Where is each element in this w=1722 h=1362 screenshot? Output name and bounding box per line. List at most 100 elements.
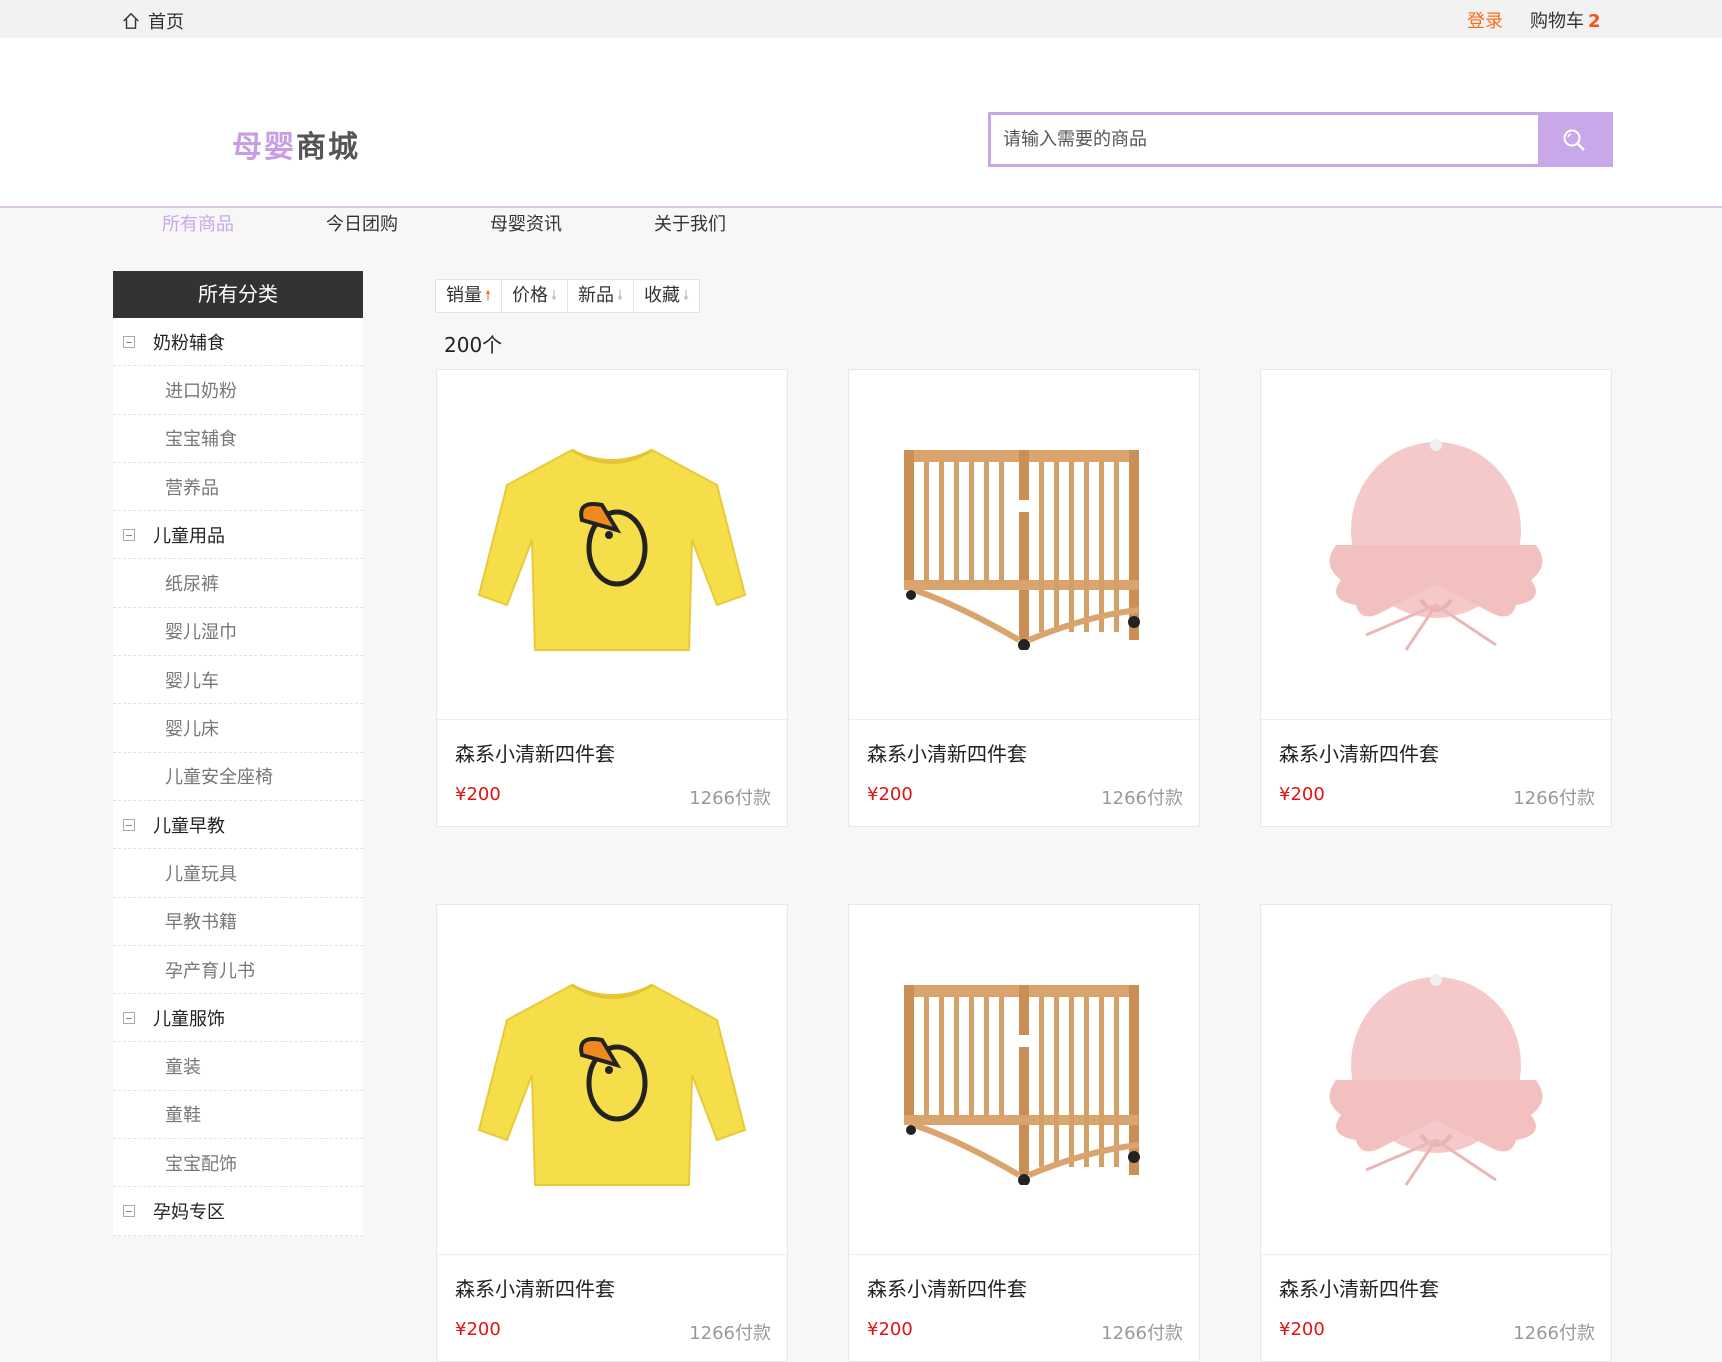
- main-nav: 所有商品 今日团购 母婴资讯 关于我们: [162, 210, 818, 236]
- collapse-icon[interactable]: [123, 1011, 135, 1024]
- category-group[interactable]: 奶粉辅食: [113, 318, 363, 367]
- product-image[interactable]: [437, 905, 787, 1255]
- product-info: 森系小清新四件套 ¥200 1266付款: [1261, 720, 1611, 826]
- product-card[interactable]: 森系小清新四件套 ¥200 1266付款: [848, 904, 1200, 1362]
- search-input[interactable]: [991, 115, 1537, 164]
- category-sidebar: 所有分类 奶粉辅食进口奶粉宝宝辅食营养品儿童用品纸尿裤婴儿湿巾婴儿车婴儿床儿童安…: [113, 271, 363, 1236]
- cart-link[interactable]: 购物车 2: [1530, 7, 1601, 33]
- product-price: ¥200: [867, 1319, 913, 1340]
- category-label: 进口奶粉: [165, 380, 237, 402]
- category-item[interactable]: 早教书籍: [113, 897, 363, 946]
- category-group[interactable]: 儿童服饰: [113, 994, 363, 1043]
- logo-part1: 母婴: [232, 130, 296, 165]
- category-item[interactable]: 纸尿裤: [113, 559, 363, 608]
- arrow-down-icon: 🠗: [551, 288, 558, 304]
- category-item[interactable]: 童鞋: [113, 1090, 363, 1140]
- product-title[interactable]: 森系小清新四件套: [1279, 738, 1595, 767]
- category-item[interactable]: 婴儿湿巾: [113, 607, 363, 657]
- product-info: 森系小清新四件套 ¥200 1266付款: [437, 1255, 787, 1361]
- nav-news[interactable]: 母婴资讯: [490, 210, 654, 236]
- product-title[interactable]: 森系小清新四件套: [455, 1273, 771, 1302]
- category-label: 孕产育儿书: [165, 960, 255, 982]
- top-bar: 首页 登录 购物车 2: [0, 0, 1722, 38]
- arrow-down-icon: 🠗: [683, 288, 690, 304]
- product-title[interactable]: 森系小清新四件套: [867, 738, 1183, 767]
- search-bar: [988, 112, 1613, 167]
- category-item[interactable]: 婴儿车: [113, 656, 363, 705]
- site-logo[interactable]: 母婴 商城: [232, 122, 360, 166]
- home-link[interactable]: 首页: [122, 8, 184, 34]
- login-link[interactable]: 登录: [1467, 7, 1503, 33]
- arrow-up-icon: 🠕: [485, 288, 492, 304]
- search-button[interactable]: [1537, 115, 1610, 164]
- product-image[interactable]: [437, 370, 787, 720]
- product-image[interactable]: [849, 905, 1199, 1255]
- product-sales: 1266付款: [1513, 1323, 1595, 1344]
- product-card[interactable]: 森系小清新四件套 ¥200 1266付款: [848, 369, 1200, 827]
- category-item[interactable]: 儿童玩具: [113, 849, 363, 898]
- category-label: 营养品: [165, 477, 219, 499]
- collapse-icon[interactable]: [123, 1204, 135, 1217]
- product-title[interactable]: 森系小清新四件套: [1279, 1273, 1595, 1302]
- category-item[interactable]: 童装: [113, 1042, 363, 1091]
- result-count: 200个: [444, 333, 503, 357]
- logo-part2: 商城: [296, 130, 360, 165]
- product-card[interactable]: 森系小清新四件套 ¥200 1266付款: [436, 369, 788, 827]
- category-label: 儿童服饰: [153, 1008, 225, 1030]
- sort-fav[interactable]: 收藏 🠗: [634, 280, 699, 312]
- cart-label: 购物车: [1530, 11, 1584, 32]
- sort-price[interactable]: 价格 🠗: [502, 280, 569, 312]
- category-label: 早教书籍: [165, 912, 237, 934]
- collapse-icon[interactable]: [123, 818, 135, 831]
- product-image[interactable]: [849, 370, 1199, 720]
- home-icon: [123, 12, 139, 29]
- category-label: 儿童玩具: [165, 863, 237, 885]
- product-card[interactable]: 森系小清新四件套 ¥200 1266付款: [1260, 369, 1612, 827]
- nav-about[interactable]: 关于我们: [654, 210, 818, 236]
- category-group[interactable]: 孕妈专区: [113, 1187, 363, 1236]
- sort-price-label: 价格: [512, 285, 549, 306]
- category-item[interactable]: 宝宝辅食: [113, 414, 363, 463]
- product-price: ¥200: [1279, 1319, 1325, 1340]
- product-info: 森系小清新四件套 ¥200 1266付款: [437, 720, 787, 826]
- sort-sales[interactable]: 销量 🠕: [436, 280, 503, 312]
- sort-fav-label: 收藏: [644, 285, 681, 306]
- product-card[interactable]: 森系小清新四件套 ¥200 1266付款: [1260, 904, 1612, 1362]
- collapse-icon[interactable]: [123, 335, 135, 348]
- product-title[interactable]: 森系小清新四件套: [455, 738, 771, 767]
- category-label: 儿童用品: [153, 525, 225, 547]
- category-label: 婴儿床: [165, 719, 219, 741]
- product-sales: 1266付款: [689, 1323, 771, 1344]
- product-title[interactable]: 森系小清新四件套: [867, 1273, 1183, 1302]
- category-item[interactable]: 孕产育儿书: [113, 945, 363, 995]
- category-label: 儿童安全座椅: [165, 767, 273, 789]
- nav-all-products[interactable]: 所有商品: [162, 210, 326, 236]
- product-card[interactable]: 森系小清新四件套 ¥200 1266付款: [436, 904, 788, 1362]
- category-item[interactable]: 儿童安全座椅: [113, 752, 363, 801]
- product-image[interactable]: [1261, 370, 1611, 720]
- sort-new[interactable]: 新品 🠗: [568, 280, 635, 312]
- arrow-down-icon: 🠗: [617, 288, 624, 304]
- product-sales: 1266付款: [689, 788, 771, 809]
- product-price: ¥200: [1279, 784, 1325, 805]
- cart-count: 2: [1588, 11, 1601, 32]
- category-item[interactable]: 进口奶粉: [113, 366, 363, 415]
- header: 母婴商城 所有商品 今日团购 母婴资讯 关于我们: [0, 38, 1722, 235]
- product-sales: 1266付款: [1101, 788, 1183, 809]
- category-list: 奶粉辅食 进口奶粉 宝宝辅食 营养品 儿童用品 纸尿裤 婴儿湿巾 婴儿车 婴儿床 儿童安全座椅 儿童…: [113, 318, 363, 1236]
- category-item[interactable]: 营养品: [113, 462, 363, 512]
- collapse-icon[interactable]: [123, 528, 135, 541]
- category-label: 婴儿车: [165, 670, 219, 692]
- product-sales: 1266付款: [1513, 788, 1595, 809]
- category-group[interactable]: 儿童用品: [113, 511, 363, 560]
- category-group[interactable]: 儿童早教: [113, 800, 363, 850]
- category-item[interactable]: 宝宝配饰: [113, 1139, 363, 1188]
- product-image[interactable]: [1261, 905, 1611, 1255]
- category-item[interactable]: 婴儿床: [113, 704, 363, 753]
- sidebar-title: 所有分类: [113, 271, 363, 318]
- category-label: 纸尿裤: [165, 574, 219, 596]
- nav-group-buy[interactable]: 今日团购: [326, 210, 490, 236]
- product-info: 森系小清新四件套 ¥200 1266付款: [849, 1255, 1199, 1361]
- product-info: 森系小清新四件套 ¥200 1266付款: [1261, 1255, 1611, 1361]
- category-label: 儿童早教: [153, 815, 225, 837]
